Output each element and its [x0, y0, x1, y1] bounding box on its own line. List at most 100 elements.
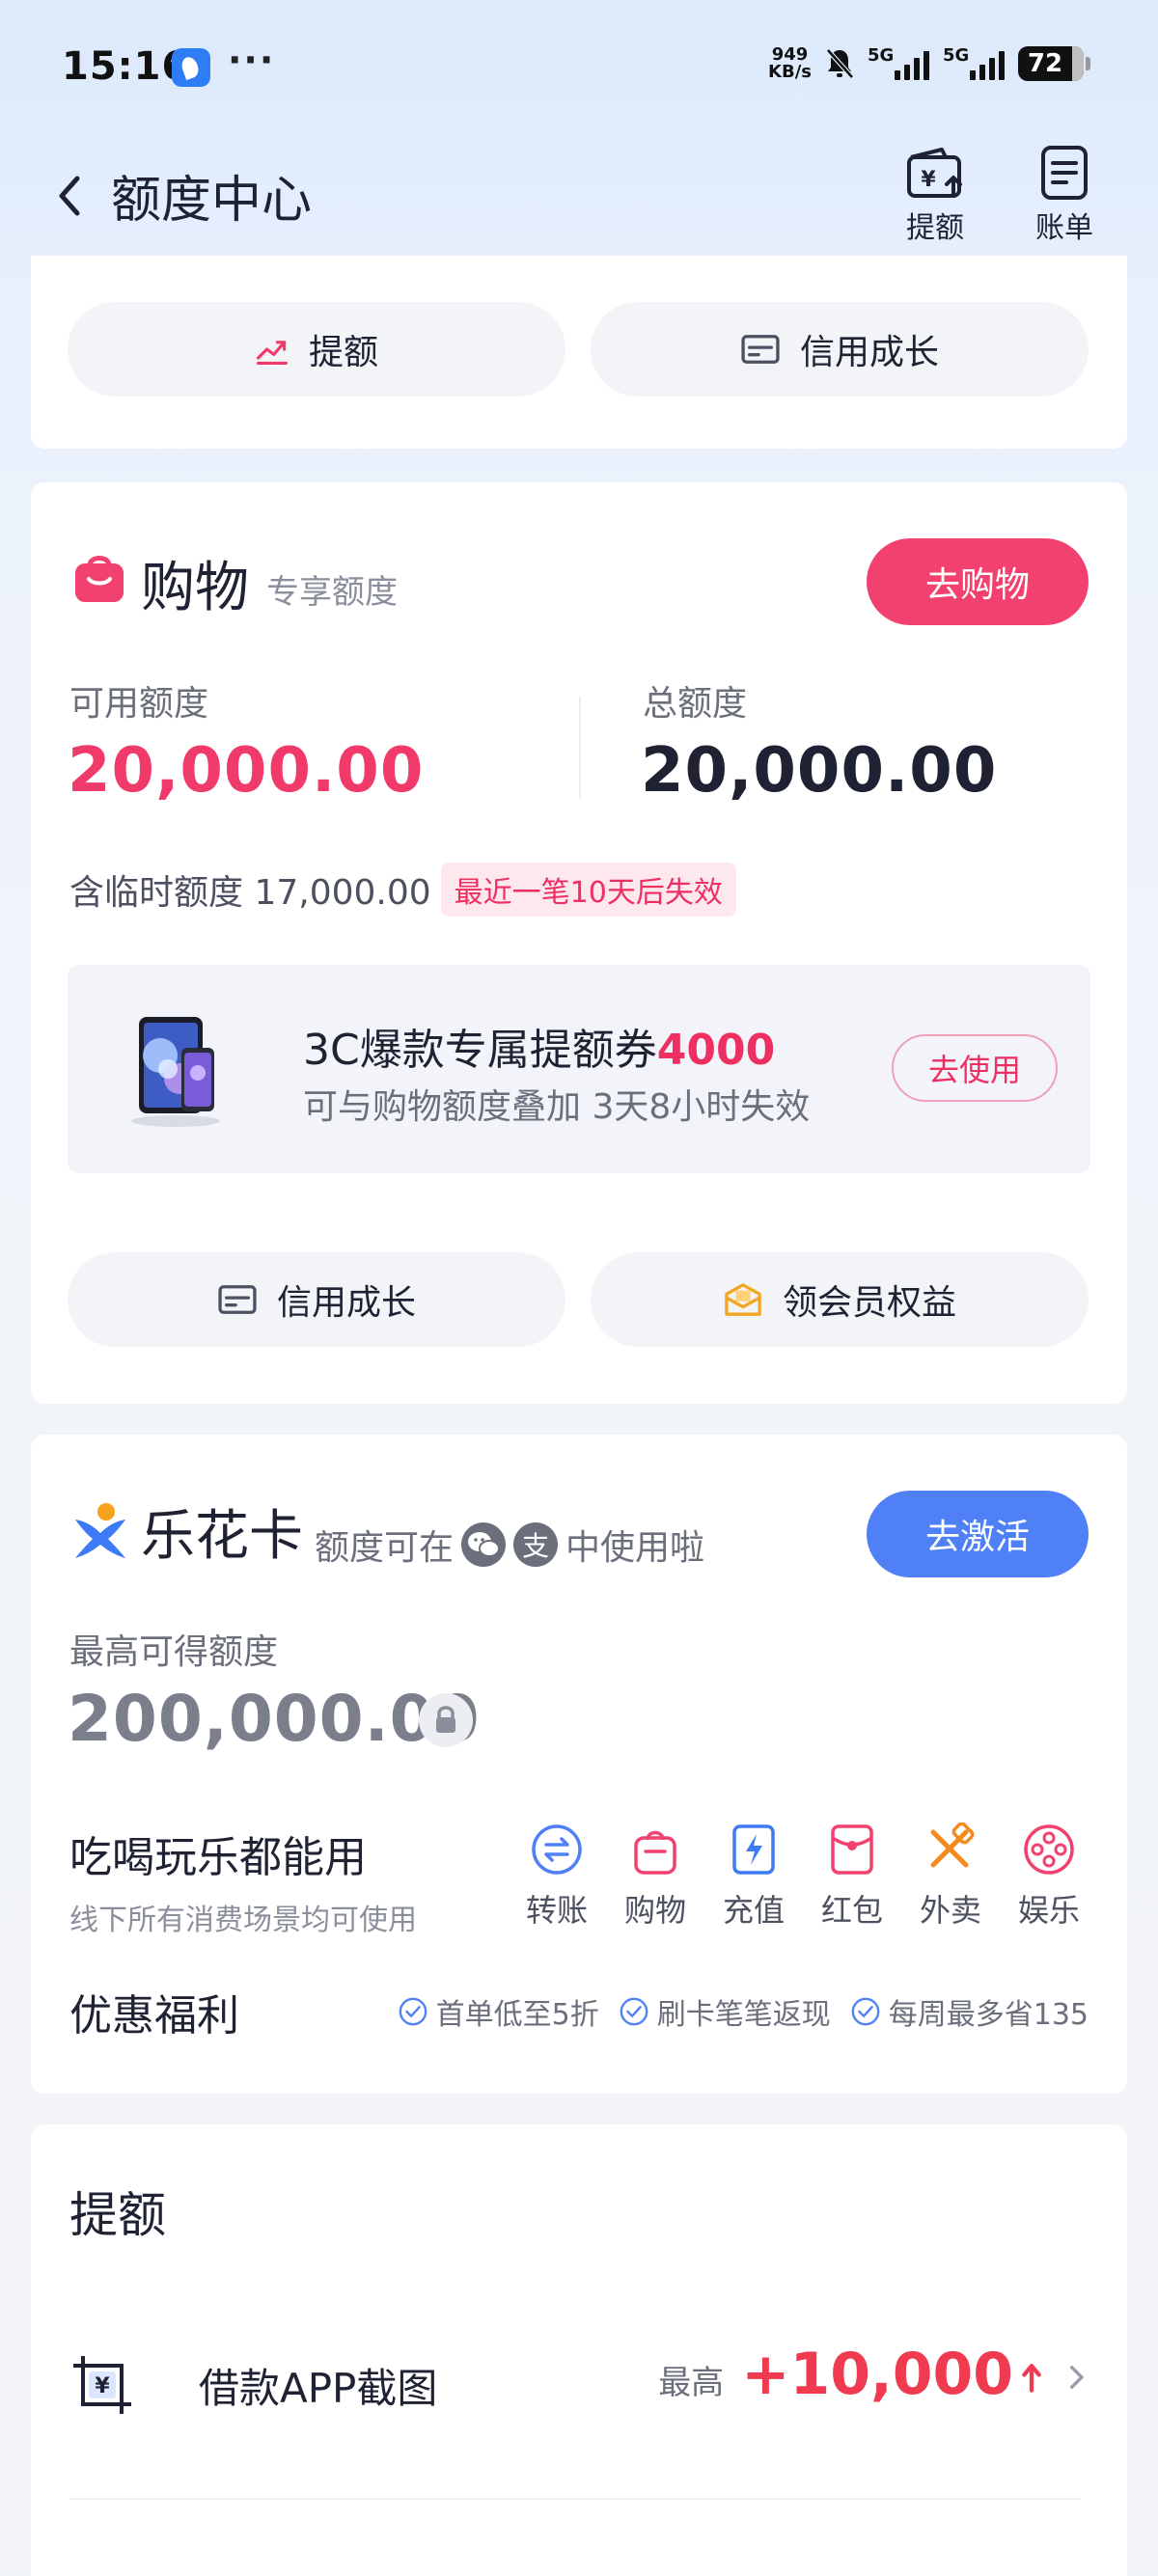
battery-level: 72 [1027, 49, 1063, 78]
check-circle-icon [399, 1997, 427, 2026]
coupon-banner[interactable]: 3C爆款专属提额券4000 可与购物额度叠加 3天8小时失效 去使用 [68, 965, 1090, 1173]
total-limit-label: 总额度 [643, 684, 748, 724]
svg-text:¥: ¥ [921, 168, 936, 192]
trend-up-icon [257, 341, 288, 365]
limit-divider [579, 697, 581, 799]
coupon-amount: 4000 [656, 1026, 776, 1075]
perk-item: 首单低至5折 [398, 1990, 599, 2033]
raise-item-value: +10,000 [741, 2341, 1013, 2408]
perk-item: 刷卡笔笔返现 [619, 1990, 831, 2033]
check-circle-icon [620, 1997, 648, 2026]
bill-document-icon [1041, 146, 1088, 200]
lehua-logo-icon [75, 1503, 125, 1558]
coupon-title: 3C爆款专属提额券4000 [303, 1015, 775, 1077]
go-shopping-button[interactable]: 去购物 [867, 538, 1089, 625]
network-speed: 949 KB/s [768, 46, 812, 81]
raise-item-value-group: 最高 +10,000 [658, 2341, 1089, 2408]
tablet-product-icon [131, 1017, 220, 1127]
lock-icon [419, 1693, 473, 1747]
page-header: 额度中心 ¥ 提额 账单 [0, 140, 1158, 256]
total-limit-value: 20,000.00 [641, 735, 998, 807]
row-divider [69, 2498, 1081, 2500]
perk-text: 每周最多省135 [888, 1998, 1089, 2032]
service-entertainment[interactable]: 娱乐 [1006, 1822, 1092, 1931]
card-icon [741, 335, 780, 364]
service-shopping[interactable]: 购物 [612, 1822, 699, 1931]
usage-title: 吃喝玩乐都能用 [69, 1833, 367, 1882]
service-takeout[interactable]: 外卖 [907, 1822, 994, 1931]
alipay-icon: 支 [513, 1522, 559, 1567]
signal-1-label: 5G [868, 45, 895, 66]
shopping-subtitle: 专享额度 [266, 573, 398, 612]
screenshot-yuan-icon: ¥ [73, 2356, 131, 2414]
member-benefits-label: 领会员权益 [782, 1283, 956, 1323]
red-packet-icon [831, 1824, 873, 1875]
notification-app-icon [172, 48, 210, 87]
shopping-title: 购物 [141, 557, 249, 619]
lehua-sub-suffix: 中使用啦 [565, 1528, 705, 1568]
credit-growth-button-label: 信用成长 [799, 333, 939, 372]
bell-muted-icon [826, 48, 854, 79]
wallet-up-icon: ¥ [907, 148, 962, 198]
service-takeout-label: 外卖 [919, 1892, 981, 1929]
max-limit-label: 最高可得额度 [69, 1632, 279, 1672]
coupon-subtitle: 可与购物额度叠加 3天8小时失效 [303, 1087, 811, 1127]
service-entertainment-label: 娱乐 [1017, 1892, 1080, 1929]
service-transfer-label: 转账 [525, 1892, 588, 1929]
arrow-up-icon [1022, 2363, 1041, 2393]
check-circle-icon [851, 1997, 880, 2026]
raise-item-label: 借款APP截图 [199, 2365, 438, 2412]
available-limit-label: 可用额度 [69, 684, 209, 724]
status-indicators: 949 KB/s 5G 5G 72 [768, 45, 1090, 81]
raise-limit-item[interactable]: ¥ 借款APP截图 最高 +10,000 [69, 2337, 1089, 2481]
gift-envelope-icon [725, 1283, 761, 1316]
lehua-title: 乐花卡 [141, 1505, 303, 1568]
battery-tip [1086, 57, 1090, 70]
shopping-credit-growth-button[interactable]: 信用成长 [68, 1252, 565, 1347]
lehua-sub-prefix: 额度可在 [315, 1528, 455, 1568]
service-transfer[interactable]: 转账 [513, 1822, 600, 1931]
top-card: 提额 信用成长 [31, 256, 1127, 449]
available-limit-value: 20,000.00 [68, 735, 425, 807]
raise-limit-card: 提额 ¥ 借款APP截图 最高 +10,000 [31, 2124, 1127, 2576]
perk-text: 首单低至5折 [435, 1998, 599, 2032]
film-reel-icon [1024, 1824, 1074, 1875]
raise-limit-button-label: 提额 [308, 333, 378, 372]
raise-item-prefix: 最高 [658, 2364, 725, 2402]
raise-limit-button[interactable]: 提额 [68, 302, 565, 397]
service-recharge[interactable]: 充值 [710, 1822, 797, 1931]
perk-text: 刷卡笔笔返现 [656, 1998, 831, 2032]
raise-limit-section-title: 提额 [69, 2187, 166, 2243]
temporary-limit-line: 含临时额度 17,000.00 最近一笔10天后失效 [69, 863, 736, 917]
shopping-card: 购物 专享额度 去购物 可用额度 20,000.00 总额度 20,000.00… [31, 482, 1127, 1404]
battery-icon: 72 [1018, 46, 1084, 81]
coupon-title-text: 3C爆款专属提额券 [303, 1026, 657, 1075]
service-red-packet[interactable]: 红包 [809, 1822, 896, 1931]
back-arrow-icon[interactable] [50, 167, 89, 225]
lightning-icon [732, 1824, 775, 1875]
more-notifications-icon: ··· [228, 39, 276, 81]
service-shopping-label: 购物 [623, 1892, 686, 1929]
bill-header-button[interactable]: 账单 [1021, 140, 1108, 246]
service-red-packet-label: 红包 [820, 1892, 883, 1929]
page-title: 额度中心 [111, 172, 313, 230]
raise-limit-header-button[interactable]: ¥ 提额 [892, 140, 979, 246]
network-speed-unit: KB/s [768, 62, 812, 82]
wechat-icon [461, 1522, 507, 1567]
temporary-limit-text: 含临时额度 17,000.00 [69, 873, 431, 913]
member-benefits-button[interactable]: 领会员权益 [591, 1252, 1089, 1347]
perks-title: 优惠福利 [69, 1991, 239, 2041]
credit-growth-button[interactable]: 信用成长 [591, 302, 1089, 397]
transfer-icon [532, 1824, 582, 1875]
fork-knife-icon [930, 1822, 975, 1868]
bill-header-label: 账单 [1035, 211, 1093, 245]
lehua-card: 乐花卡 额度可在 支 中使用啦 去激活 最高可得额度 200,000.00 吃喝… [31, 1435, 1127, 2094]
signal-1-icon: 5G [868, 45, 929, 80]
status-time: 15:16 [62, 44, 190, 89]
raise-limit-header-label: 提额 [906, 211, 964, 245]
activate-button[interactable]: 去激活 [867, 1491, 1089, 1577]
shopping-bag-icon [75, 556, 124, 602]
usage-subtitle: 线下所有消费场景均可使用 [69, 1904, 417, 1937]
signal-2-label: 5G [943, 45, 970, 66]
use-coupon-button[interactable]: 去使用 [892, 1034, 1058, 1102]
